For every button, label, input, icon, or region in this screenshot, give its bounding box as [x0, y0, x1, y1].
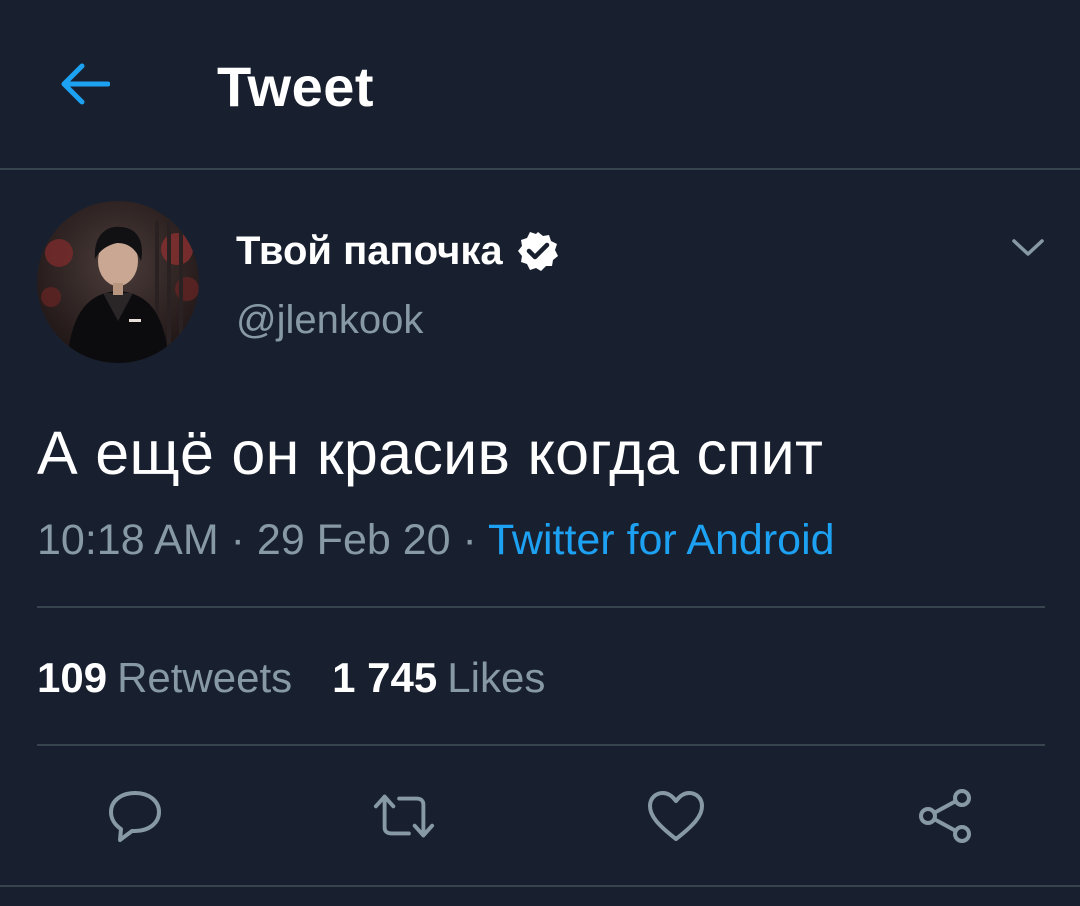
- reply-button[interactable]: [103, 784, 167, 848]
- divider: [37, 606, 1045, 608]
- share-button[interactable]: [914, 784, 978, 848]
- likes-label: Likes: [447, 654, 546, 701]
- chevron-down-icon: [1012, 239, 1044, 256]
- divider: [37, 744, 1045, 746]
- likes-stat[interactable]: 1 745 Likes: [332, 654, 545, 702]
- author-display-name: Твой папочка: [236, 228, 503, 273]
- heart-icon: [648, 791, 704, 841]
- tweet-detail-screen: Tweet Твой папочка @jlenkook А ещё он кр…: [0, 0, 1080, 906]
- share-icon: [919, 789, 971, 843]
- tweet-stats: 109 Retweets 1 745 Likes: [37, 654, 545, 702]
- tweet-date: 29 Feb 20: [256, 516, 451, 564]
- tweet-text: А ещё он красив когда спит: [37, 419, 824, 487]
- retweets-count: 109: [37, 654, 108, 701]
- arrow-left-icon: [61, 63, 110, 105]
- more-options-button[interactable]: [1008, 228, 1048, 268]
- tweet-time: 10:18 AM: [37, 516, 219, 564]
- retweet-icon: [373, 794, 435, 838]
- top-app-bar: Tweet: [0, 0, 1080, 170]
- tweet-source-link[interactable]: Twitter for Android: [488, 516, 835, 564]
- like-button[interactable]: [644, 784, 708, 848]
- page-title: Tweet: [217, 55, 375, 118]
- retweets-stat[interactable]: 109 Retweets: [37, 654, 292, 702]
- tweet-meta: 10:18 AM · 29 Feb 20 · Twitter for Andro…: [37, 516, 835, 565]
- author-handle[interactable]: @jlenkook: [236, 298, 423, 343]
- likes-count: 1 745: [332, 654, 438, 701]
- avatar-photo: [37, 201, 199, 363]
- comment-icon: [109, 791, 161, 842]
- retweets-label: Retweets: [117, 654, 293, 701]
- meta-separator: ·: [450, 516, 488, 564]
- author-name-row[interactable]: Твой папочка: [236, 226, 559, 276]
- divider: [0, 885, 1080, 887]
- avatar[interactable]: [37, 201, 199, 363]
- meta-separator: ·: [218, 516, 257, 564]
- retweet-button[interactable]: [372, 784, 436, 848]
- back-button[interactable]: [52, 56, 116, 112]
- verified-badge-icon: [517, 232, 558, 271]
